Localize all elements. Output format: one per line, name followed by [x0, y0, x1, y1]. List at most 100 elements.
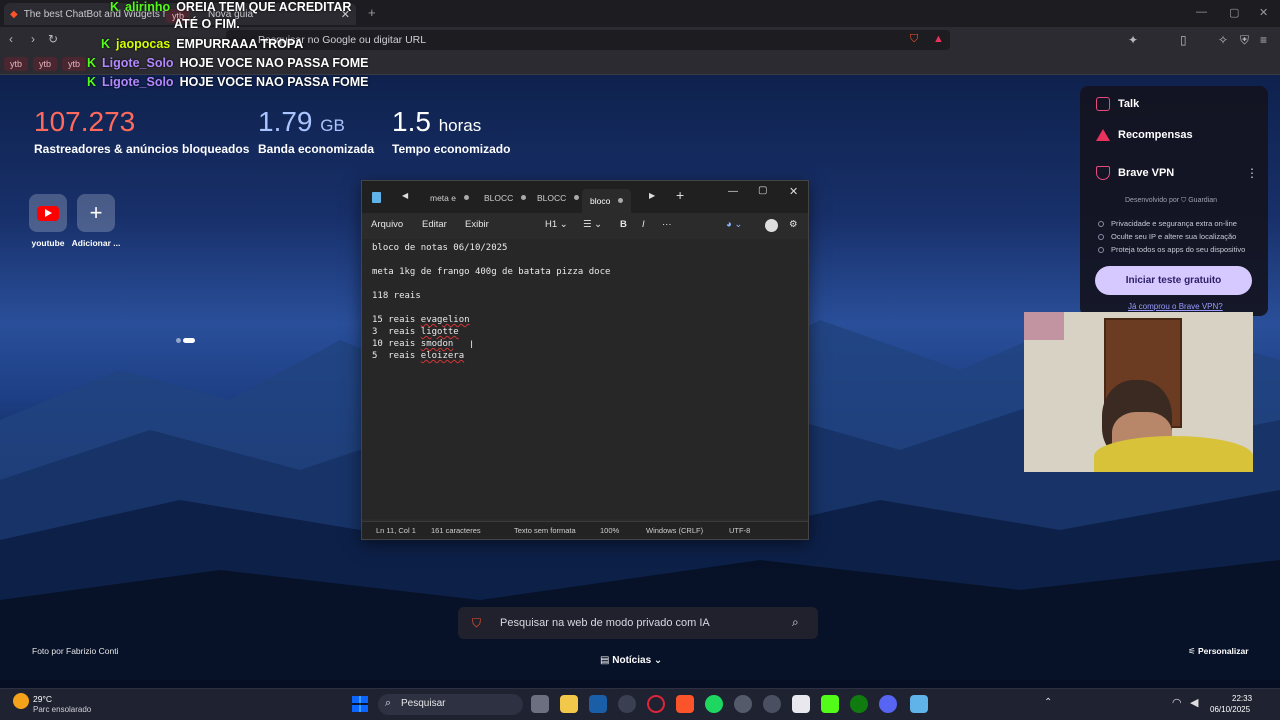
vpn-feature: Privacidade e segurança extra on-line [1098, 219, 1237, 228]
vpn-icon[interactable]: ⛨ [1240, 33, 1249, 48]
text-format[interactable]: Texto sem formata [514, 526, 576, 535]
chat-username: Ligote_Solo [102, 56, 174, 70]
bold-icon[interactable]: B [620, 219, 627, 230]
zoom-level[interactable]: 100% [600, 526, 619, 535]
menu-edit[interactable]: Editar [422, 219, 447, 230]
newspaper-icon: ▤ [600, 655, 610, 666]
shortcut-youtube[interactable] [29, 194, 67, 232]
clock-date[interactable]: 06/10/2025 [1210, 705, 1250, 714]
back-icon[interactable]: ‹ [9, 32, 13, 46]
bookmark-item[interactable]: ytb [33, 57, 58, 71]
video-camera-icon [1096, 97, 1110, 111]
steam-icon[interactable] [589, 695, 607, 713]
menu-icon[interactable]: ≡ [1260, 33, 1267, 47]
list-icon[interactable]: ☰ ⌄ [583, 219, 602, 230]
text-line: bloco de notas 06/10/2025 [372, 243, 508, 253]
file-explorer-icon[interactable] [560, 695, 578, 713]
taskbar-search[interactable] [378, 694, 523, 715]
extensions-icon[interactable]: ✦ [1128, 33, 1138, 47]
clock-time[interactable]: 22:33 [1232, 694, 1252, 703]
photo-credit[interactable]: Foto por Fabrizio Conti [32, 646, 118, 656]
vpn-widget-title: Brave VPN [1096, 166, 1174, 180]
settings-icon[interactable]: ⚙ [789, 219, 798, 230]
scroll-tabs-left-icon[interactable]: ◀ [402, 191, 408, 200]
discord-icon[interactable] [879, 695, 897, 713]
bookmark-item[interactable]: ytb [62, 57, 87, 71]
new-tab-icon[interactable]: + [368, 5, 376, 20]
app-icon[interactable] [763, 695, 781, 713]
menu-view[interactable]: Exibir [465, 219, 489, 230]
weather-icon[interactable] [13, 693, 29, 709]
xbox-icon[interactable] [850, 695, 868, 713]
spotify-icon[interactable] [705, 695, 723, 713]
personalize-button[interactable]: ⚟ Personalizar [1188, 646, 1249, 657]
rewards-icon[interactable]: ▲ [933, 33, 944, 45]
already-purchased-link[interactable]: Já comprou o Brave VPN? [1128, 302, 1223, 311]
close-icon[interactable]: ✕ [789, 185, 798, 198]
heading-dropdown[interactable]: H1 ⌄ [545, 219, 568, 230]
encoding[interactable]: UTF-8 [729, 526, 750, 535]
maximize-icon[interactable]: ▢ [1229, 6, 1239, 19]
opera-icon[interactable] [647, 695, 665, 713]
weather-description[interactable]: Parc ensolarado [33, 705, 91, 714]
document-icon[interactable] [792, 695, 810, 713]
minimize-icon[interactable]: — [1196, 6, 1207, 18]
minimize-icon[interactable]: — [728, 186, 738, 197]
app-icon[interactable] [618, 695, 636, 713]
brave-browser-icon[interactable] [676, 695, 694, 713]
wifi-icon[interactable]: ◠ [1172, 696, 1182, 709]
scroll-tabs-right-icon[interactable]: ▶ [649, 191, 655, 200]
more-icon[interactable]: ··· [662, 219, 672, 230]
leo-icon[interactable]: ✧ [1218, 33, 1228, 47]
close-window-icon[interactable]: ✕ [1259, 6, 1268, 19]
time-label: Tempo economizado [392, 142, 511, 156]
text-line: meta 1kg de frango 400g de batata pizza … [372, 267, 611, 277]
char-count: 161 caracteres [431, 526, 481, 535]
vpn-feature: Oculte seu IP e altere sua localização [1098, 232, 1236, 241]
vpn-developer: Desenvolvido por ⛉ Guardian [1125, 197, 1218, 204]
search-icon[interactable]: ⌕ [792, 615, 799, 630]
bookmark-item[interactable]: ytb [4, 57, 29, 71]
notepad-statusbar: Ln 11, Col 1 161 caracteres Texto sem fo… [362, 521, 808, 539]
line-ending[interactable]: Windows (CRLF) [646, 526, 703, 535]
notepad-tab-active[interactable]: bloco [582, 189, 632, 213]
app-icon[interactable] [734, 695, 752, 713]
notepad-text-area[interactable]: bloco de notas 06/10/2025 meta 1kg de fr… [362, 239, 808, 519]
chat-text: ATÉ O FIM. [174, 17, 240, 31]
page-indicator [176, 338, 196, 343]
reload-icon[interactable]: ↻ [48, 32, 58, 46]
weather-temperature[interactable]: 29°C [33, 694, 52, 704]
brave-icon: ◆ [10, 8, 18, 20]
brave-icon: ⛉ [472, 616, 482, 630]
talk-widget[interactable]: Talk [1096, 97, 1139, 111]
notepad-taskbar-icon[interactable] [910, 695, 928, 713]
copilot-icon[interactable]: ◕ ⌄ [726, 219, 742, 230]
news-toggle[interactable]: ▤ Notícias ⌄ [600, 655, 662, 666]
volume-icon[interactable]: ◀ [1190, 696, 1198, 709]
notepad-tab[interactable]: BLOCC [537, 189, 580, 207]
chat-message: K Ligote_Solo HOJE VOCE NAO PASSA FOME [87, 56, 368, 70]
forward-icon[interactable]: › [31, 32, 35, 46]
menu-file[interactable]: Arquivo [371, 219, 403, 230]
more-options-icon[interactable]: ⋮ [1246, 166, 1258, 180]
notepad-menubar: Arquivo Editar Exibir H1 ⌄ ☰ ⌄ B I ··· ◕… [362, 213, 808, 239]
shortcut-add[interactable]: + [77, 194, 115, 232]
account-icon[interactable] [765, 219, 778, 232]
notepad-tab[interactable]: BLOCC [484, 189, 527, 207]
chat-username: jaopocas [116, 37, 171, 51]
start-free-trial-button[interactable]: Iniciar teste gratuito [1095, 266, 1252, 295]
new-tab-icon[interactable]: + [676, 187, 684, 203]
notepad-window: ◀ meta e BLOCC BLOCC bloco ▶ + — ▢ ✕ Arq… [361, 180, 809, 540]
italic-icon[interactable]: I [642, 219, 645, 230]
bandwidth-saved: 1.79 GB [258, 106, 345, 137]
chevron-up-icon[interactable]: ⌃ [1044, 697, 1052, 708]
kick-app-icon[interactable] [821, 695, 839, 713]
task-view-icon[interactable] [531, 695, 549, 713]
windows-start-icon[interactable] [352, 696, 368, 712]
chat-text: HOJE VOCE NAO PASSA FOME [179, 56, 369, 70]
rewards-widget[interactable]: Recompensas [1096, 129, 1193, 141]
notepad-tab[interactable]: meta e [430, 189, 469, 207]
sidebar-icon[interactable]: ▯ [1180, 33, 1187, 47]
maximize-icon[interactable]: ▢ [758, 185, 767, 196]
brave-shields-icon[interactable]: ⛉ [910, 33, 918, 46]
